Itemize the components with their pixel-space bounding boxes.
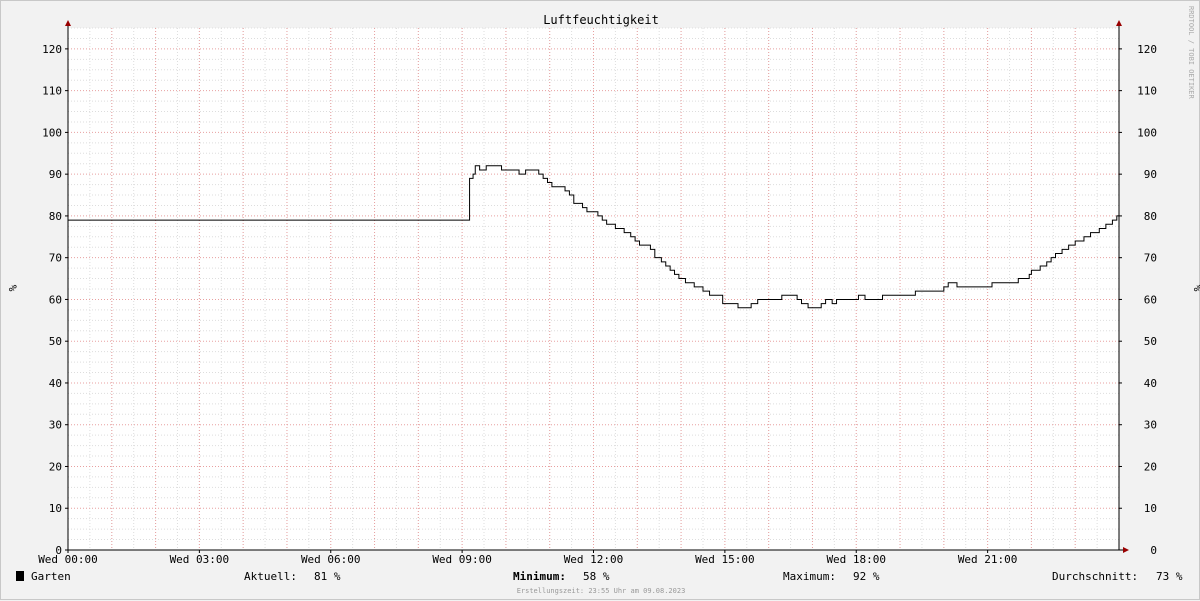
chart-title: Luftfeuchtigkeit	[543, 13, 659, 27]
y-tick-label-left: 20	[49, 460, 62, 473]
x-tick-label: Wed 03:00	[170, 553, 230, 566]
y-tick-label-left: 90	[49, 168, 62, 181]
y-tick-label-left: 80	[49, 210, 62, 223]
y-tick-label-left: 50	[49, 335, 62, 348]
y-tick-label-right: 80	[1144, 210, 1157, 223]
y-ticks-right: 0 10 20 30 40 50 60 70 80 90 100 110 120	[1119, 43, 1157, 557]
y-tick-label-left: 110	[42, 85, 62, 98]
y-tick-label-right: 90	[1144, 168, 1157, 181]
y-tick-label-right: 0	[1150, 544, 1157, 557]
x-ticks: Wed 00:00 Wed 03:00 Wed 06:00 Wed 09:00 Wed …	[38, 550, 1017, 566]
y-tick-label-right: 30	[1144, 419, 1157, 432]
x-tick-label: Wed 00:00	[38, 553, 98, 566]
legend-durchschnitt-label: Durchschnitt:	[1052, 570, 1138, 583]
y-tick-label-right: 100	[1137, 126, 1157, 139]
y-axis-label-left: %	[6, 285, 19, 292]
x-tick-label: Wed 09:00	[432, 553, 492, 566]
y-tick-label-right: 40	[1144, 377, 1157, 390]
footer-timestamp: Erstellungszeit: 23:55 Uhr am 09.08.2023	[517, 587, 686, 595]
y-ticks-left: 0102030405060708090100110120	[42, 43, 68, 557]
y-tick-label-right: 10	[1144, 502, 1157, 515]
x-tick-label: Wed 15:00	[695, 553, 755, 566]
y-tick-label-right: 50	[1144, 335, 1157, 348]
y-tick-label-right: 120	[1137, 43, 1157, 56]
legend-series-name: Garten	[31, 570, 71, 583]
legend-aktuell-value: 81 %	[314, 570, 341, 583]
x-tick-label: Wed 06:00	[301, 553, 361, 566]
y-tick-label-left: 60	[49, 293, 62, 306]
chart-frame: Luftfeuchtigkeit RRDTOOL / TOBI OETIKER …	[0, 0, 1200, 600]
x-tick-label: Wed 18:00	[826, 553, 886, 566]
legend-maximum-label: Maximum:	[783, 570, 836, 583]
x-tick-label: Wed 12:00	[564, 553, 624, 566]
legend-swatch-garten	[16, 571, 24, 581]
y-tick-label-right: 70	[1144, 252, 1157, 265]
y-tick-label-right: 60	[1144, 293, 1157, 306]
y-tick-label-left: 70	[49, 252, 62, 265]
x-axis-arrow	[1123, 547, 1129, 553]
y-tick-label-left: 30	[49, 419, 62, 432]
legend-aktuell-label: Aktuell:	[244, 570, 297, 583]
legend-durchschnitt-value: 73 %	[1156, 570, 1183, 583]
y-tick-label-left: 40	[49, 377, 62, 390]
y-tick-label-left: 100	[42, 126, 62, 139]
y-axis-label-right: %	[1191, 285, 1200, 292]
humidity-chart: Luftfeuchtigkeit RRDTOOL / TOBI OETIKER …	[6, 6, 1200, 595]
legend-minimum-label: Minimum:	[513, 570, 566, 583]
y-tick-label-right: 110	[1137, 85, 1157, 98]
y-axis-arrow-right	[1116, 20, 1122, 26]
y-tick-label-left: 10	[49, 502, 62, 515]
legend-maximum-value: 92 %	[853, 570, 880, 583]
legend-minimum-value: 58 %	[583, 570, 610, 583]
y-tick-label-left: 120	[42, 43, 62, 56]
x-tick-label: Wed 21:00	[958, 553, 1018, 566]
y-tick-label-right: 20	[1144, 460, 1157, 473]
watermark: RRDTOOL / TOBI OETIKER	[1187, 6, 1195, 100]
y-axis-arrow-left	[65, 20, 71, 26]
